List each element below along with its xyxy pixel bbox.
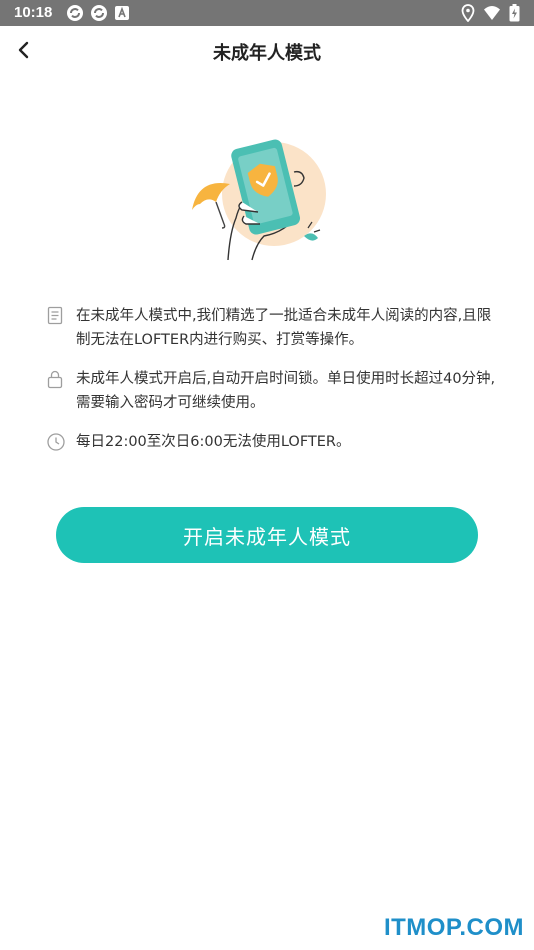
lock-icon <box>46 369 66 389</box>
info-item-curfew: 每日22:00至次日6:00无法使用LOFTER。 <box>46 430 496 454</box>
location-icon <box>461 4 475 22</box>
info-text-content: 在未成年人模式中,我们精选了一批适合未成年人阅读的内容,且限制无法在LOFTER… <box>76 308 492 348</box>
enable-youth-mode-button[interactable]: 开启未成年人模式 <box>56 507 478 563</box>
info-item-time-lock: 未成年人模式开启后,自动开启时间锁。单日使用时长超过40分钟,需要输入密码才可继… <box>46 367 496 415</box>
info-text-time-lock: 未成年人模式开启后,自动开启时间锁。单日使用时长超过40分钟,需要输入密码才可继… <box>76 371 496 411</box>
wifi-icon <box>483 5 501 21</box>
document-icon <box>46 306 66 326</box>
status-right-icons <box>461 4 520 22</box>
info-list: 在未成年人模式中,我们精选了一批适合未成年人阅读的内容,且限制无法在LOFTER… <box>46 304 496 454</box>
page-title: 未成年人模式 <box>213 43 321 64</box>
watermark: ITMOP.COM <box>383 914 524 941</box>
info-item-content: 在未成年人模式中,我们精选了一批适合未成年人阅读的内容,且限制无法在LOFTER… <box>46 304 496 352</box>
status-left-icons <box>66 4 130 22</box>
notification-a-icon <box>114 5 130 21</box>
status-time: 10:18 <box>14 4 53 21</box>
info-text-curfew: 每日22:00至次日6:00无法使用LOFTER。 <box>76 434 351 450</box>
phone-with-shield-illustration <box>190 132 330 264</box>
sync-icon <box>90 4 108 22</box>
clock-icon <box>46 432 66 452</box>
status-bar: 10:18 <box>0 0 534 26</box>
nav-bar: 未成年人模式 <box>0 26 534 78</box>
sync-icon <box>66 4 84 22</box>
battery-charging-icon <box>509 4 520 22</box>
